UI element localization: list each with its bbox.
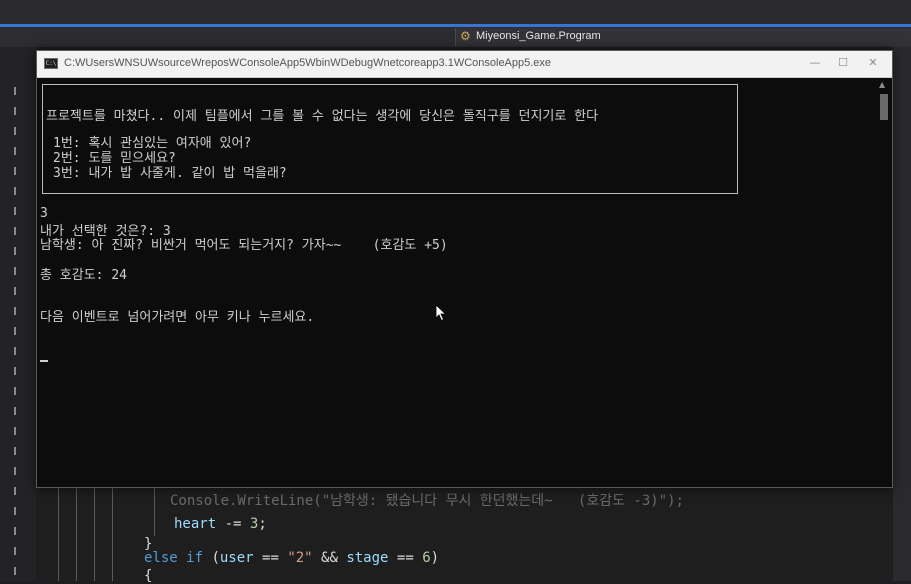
response-line: 남학생: 아 진짜? 비싼거 먹어도 되는거지? 가자~~ (호감도 +5) <box>40 238 448 253</box>
code-line-else-if: else if (user == "2" && stage == 6) <box>144 550 440 566</box>
minimize-button[interactable]: — <box>801 54 829 72</box>
close-button[interactable]: ✕ <box>859 54 887 72</box>
class-icon: ⚙ <box>460 29 471 43</box>
event-box: 프로젝트를 마쳤다.. 이제 팀플에서 그를 볼 수 없다는 생각에 당신은 돌… <box>42 84 738 194</box>
continue-prompt: 다음 이벤트로 넘어가려면 아무 키나 누르세요. <box>40 310 315 325</box>
event-text: 프로젝트를 마쳤다.. 이제 팀플에서 그를 볼 수 없다는 생각에 당신은 돌… <box>46 109 599 124</box>
console-title-bar[interactable]: C:\ C:WUsersWNSUWsourceWreposWConsoleApp… <box>37 51 892 78</box>
code-editor[interactable]: Console.WriteLine("남학생: 됐습니다 무시 한던했는데~ (… <box>36 488 893 584</box>
scroll-up-icon[interactable]: ▲ <box>879 80 885 89</box>
console-window[interactable]: C:\ C:WUsersWNSUWsourceWreposWConsoleApp… <box>36 50 893 488</box>
console-app-icon: C:\ <box>44 58 58 69</box>
console-window-title: C:WUsersWNSUWsourceWreposWConsoleApp5Wbi… <box>64 57 552 69</box>
code-line-partial: Console.WriteLine("남학생: 됐습니다 무시 한던했는데~ (… <box>170 493 684 509</box>
code-line-heart: heart -= 3; <box>174 516 267 532</box>
text-cursor <box>40 360 48 362</box>
scroll-thumb[interactable] <box>880 94 888 120</box>
total-affection-line: 총 호감도: 24 <box>40 268 127 283</box>
user-input-echo: 3 <box>40 206 48 221</box>
ide-right-margin <box>893 47 911 581</box>
console-scrollbar[interactable]: ▲ <box>876 78 892 487</box>
ide-gutter <box>0 47 36 581</box>
option-3: 3번: 내가 밥 사줄게. 같이 밥 먹을래? <box>53 166 287 181</box>
console-output-area[interactable]: 프로젝트를 마쳤다.. 이제 팀플에서 그를 볼 수 없다는 생각에 당신은 돌… <box>37 78 892 487</box>
ide-navigation-dropdown[interactable]: ⚙ Miyeonsi_Game.Program <box>455 28 911 46</box>
ide-nav-title: Miyeonsi_Game.Program <box>476 30 601 42</box>
maximize-button[interactable]: ☐ <box>829 54 857 72</box>
mouse-pointer-icon <box>435 304 447 322</box>
ide-top-bar <box>0 0 911 26</box>
code-line-open-brace: { <box>144 568 153 584</box>
